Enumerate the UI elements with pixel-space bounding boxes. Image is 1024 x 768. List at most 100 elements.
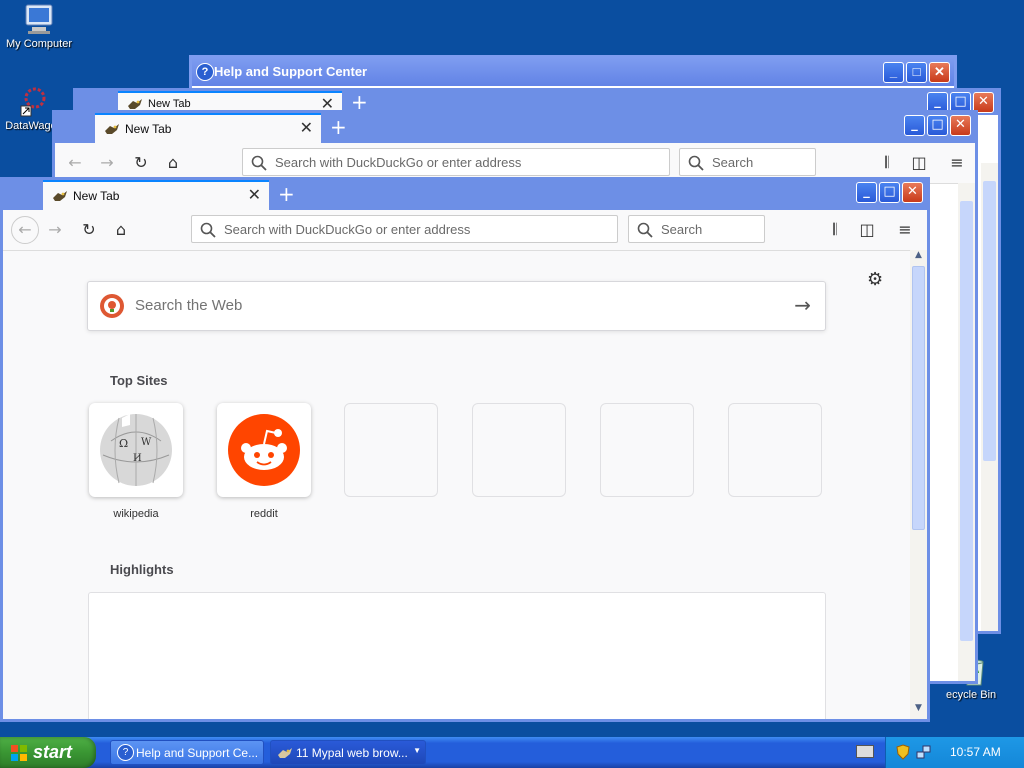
top-site-empty[interactable] <box>472 403 566 497</box>
maximize-button[interactable]: □ <box>906 62 927 83</box>
svg-text:И: И <box>133 453 142 464</box>
home-icon[interactable]: ⌂ <box>109 218 133 242</box>
scrollbar-thumb[interactable] <box>912 266 925 530</box>
library-icon[interactable]: 𝄃 <box>875 151 899 175</box>
library-icon[interactable]: 𝄃 <box>823 218 847 242</box>
chevron-down-icon: ▼ <box>413 746 421 755</box>
search-placeholder: Search <box>712 155 754 170</box>
web-search-placeholder: Search the Web <box>135 297 243 314</box>
svg-text:Ω: Ω <box>119 437 128 450</box>
search-icon <box>637 222 653 238</box>
address-placeholder: Search with DuckDuckGo or enter address <box>224 222 471 237</box>
back-arrow-icon[interactable]: ← <box>63 151 87 175</box>
windows-logo-icon <box>10 744 28 762</box>
scroll-down-arrow-icon[interactable]: ▼ <box>910 703 927 717</box>
vertical-scrollbar[interactable] <box>958 183 975 681</box>
top-site-label: wikipedia <box>113 508 159 520</box>
menu-icon[interactable]: ≡ <box>893 218 917 242</box>
close-button[interactable]: ✕ <box>902 182 923 203</box>
desktop-icon-my-computer[interactable]: My Computer <box>0 2 78 50</box>
maximize-button[interactable]: □ <box>927 115 948 136</box>
taskbar-button-label: 11 Mypal web brow... <box>296 746 408 760</box>
desktop-icon-label: DataWago <box>5 120 57 132</box>
search-icon <box>251 155 267 171</box>
new-tab-page: ⚙ Search the Web → Top Sites Ω W И wikip… <box>3 251 910 719</box>
search-bar[interactable]: Search <box>679 148 816 176</box>
mypal-icon <box>277 746 293 763</box>
datawago-icon <box>15 86 47 118</box>
top-site-label: reddit <box>250 508 278 520</box>
top-site-reddit[interactable] <box>217 403 311 497</box>
arrow-right-icon[interactable]: → <box>794 293 811 317</box>
search-placeholder: Search <box>661 222 703 237</box>
top-site-empty[interactable] <box>600 403 694 497</box>
highlights-heading: Highlights <box>110 562 174 577</box>
taskbar-button-mypal[interactable]: 11 Mypal web brow... ▼ <box>270 740 426 765</box>
vertical-scrollbar[interactable]: ▲ ▼ <box>910 250 927 719</box>
top-site-empty[interactable] <box>728 403 822 497</box>
reload-icon[interactable]: ↻ <box>77 218 101 242</box>
scroll-up-arrow-icon[interactable]: ▲ <box>910 250 927 266</box>
sidebar-icon[interactable]: ◫ <box>855 218 879 242</box>
security-shield-icon[interactable] <box>896 744 910 763</box>
desktop-icon-label: ecycle Bin <box>946 689 997 701</box>
highlights-panel <box>88 592 826 719</box>
help-title-bar[interactable]: ? Help and Support Center _ □ ✕ <box>192 58 954 86</box>
tab-title: New Tab <box>148 98 191 110</box>
minimize-button[interactable]: _ <box>904 115 925 136</box>
wikipedia-icon: Ω W И <box>100 414 172 486</box>
home-icon[interactable]: ⌂ <box>161 151 185 175</box>
menu-icon[interactable]: ≡ <box>945 151 969 175</box>
top-site-empty[interactable] <box>344 403 438 497</box>
browser-window-front[interactable]: New Tab ✕ + _ □ ✕ ← → ↻ ⌂ Search with Du… <box>0 177 930 722</box>
minimize-button[interactable]: _ <box>883 62 904 83</box>
network-icon[interactable] <box>916 744 932 763</box>
close-button[interactable]: ✕ <box>929 62 950 83</box>
search-icon <box>200 222 216 238</box>
taskbar-button-help[interactable]: ? Help and Support Ce... <box>110 740 264 765</box>
close-tab-icon[interactable]: ✕ <box>300 118 313 138</box>
help-icon: ? <box>196 63 214 81</box>
search-icon <box>688 155 704 171</box>
start-label: start <box>33 742 73 762</box>
top-sites-heading: Top Sites <box>110 373 168 388</box>
close-tab-icon[interactable]: ✕ <box>248 185 261 205</box>
computer-icon <box>22 2 56 36</box>
gear-icon[interactable]: ⚙ <box>867 269 883 290</box>
close-button[interactable]: ✕ <box>950 115 971 136</box>
address-bar[interactable]: Search with DuckDuckGo or enter address <box>191 215 618 243</box>
new-tab-button[interactable]: + <box>330 115 347 139</box>
tab-new-tab[interactable]: New Tab ✕ <box>95 113 321 143</box>
address-placeholder: Search with DuckDuckGo or enter address <box>275 155 522 170</box>
duckduckgo-icon <box>100 294 124 318</box>
search-bar[interactable]: Search <box>628 215 765 243</box>
back-arrow-icon[interactable]: ← <box>11 216 39 244</box>
system-tray: 10:57 AM <box>856 737 1024 768</box>
mypal-icon <box>52 189 68 206</box>
reload-icon[interactable]: ↻ <box>129 151 153 175</box>
taskbar-button-label: Help and Support Ce... <box>136 746 259 760</box>
help-icon: ? <box>117 744 134 761</box>
tab-new-tab[interactable]: New Tab ✕ <box>43 180 269 210</box>
vertical-scrollbar[interactable] <box>981 163 998 631</box>
desktop-icon-label: My Computer <box>5 38 73 50</box>
clock[interactable]: 10:57 AM <box>950 745 1001 759</box>
start-button[interactable]: start <box>0 737 96 768</box>
web-search-box[interactable]: Search the Web → <box>87 281 826 331</box>
top-site-wikipedia[interactable]: Ω W И <box>89 403 183 497</box>
minimize-button[interactable]: _ <box>856 182 877 203</box>
new-tab-button[interactable]: + <box>278 182 295 206</box>
tab-title: New Tab <box>73 189 120 203</box>
address-bar[interactable]: Search with DuckDuckGo or enter address <box>242 148 670 176</box>
maximize-button[interactable]: □ <box>879 182 900 203</box>
taskbar: start ? Help and Support Ce... 11 Mypal … <box>0 737 1024 768</box>
sidebar-icon[interactable]: ◫ <box>907 151 931 175</box>
keyboard-icon[interactable] <box>856 745 874 758</box>
mypal-icon <box>104 122 120 139</box>
forward-arrow-icon[interactable]: → <box>95 151 119 175</box>
svg-text:W: W <box>141 437 152 448</box>
forward-arrow-icon[interactable]: → <box>43 218 67 242</box>
tab-title: New Tab <box>125 122 172 136</box>
window-title: Help and Support Center <box>214 64 368 79</box>
reddit-icon <box>228 414 300 486</box>
